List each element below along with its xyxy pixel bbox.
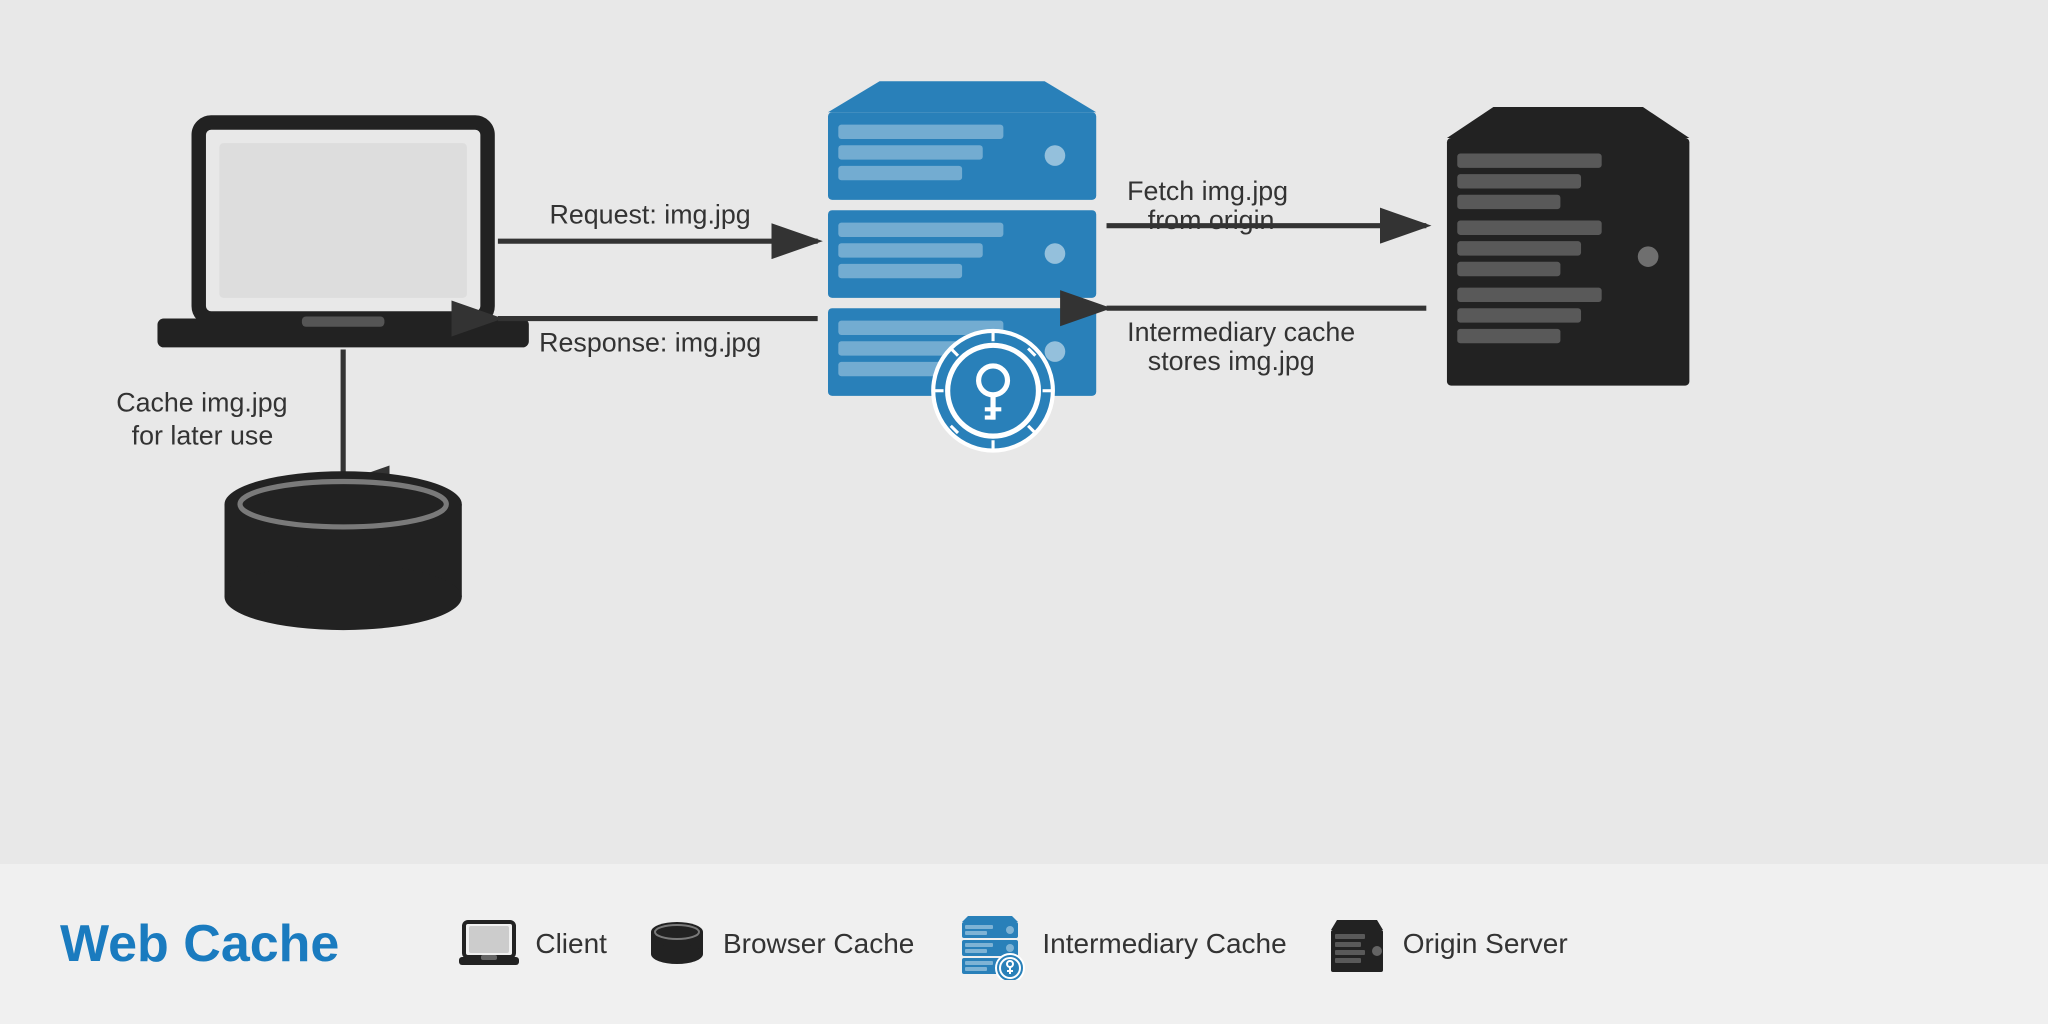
legend-bar: Web Cache Client Browser Cache — [0, 864, 2048, 1024]
client-icon — [459, 920, 519, 968]
legend-title: Web Cache — [60, 914, 339, 974]
laptop-screen — [219, 143, 467, 298]
response-label: Response: img.jpg — [539, 328, 761, 358]
fetch-label-line2: from origin — [1148, 205, 1275, 235]
intermediary-label-line1: Intermediary cache — [1127, 317, 1355, 347]
server-stripe1c — [838, 166, 962, 180]
client-label: Client — [535, 928, 607, 960]
intermediary-label-line2: stores img.jpg — [1148, 346, 1315, 376]
origin-server-label: Origin Server — [1403, 928, 1568, 960]
server-stripe2c — [838, 264, 962, 278]
legend-item-client: Client — [459, 920, 607, 968]
origin-stripe8 — [1457, 308, 1581, 322]
intermediary-cache-label: Intermediary Cache — [1042, 928, 1286, 960]
browser-cache-icon — [647, 920, 707, 968]
server-stripe2a — [838, 223, 1003, 237]
origin-stripe9 — [1457, 329, 1560, 343]
origin-cap — [1447, 107, 1689, 138]
origin-stripe4 — [1457, 221, 1601, 235]
server-stripe1b — [838, 145, 982, 159]
origin-stripe2 — [1457, 174, 1581, 188]
origin-stripe3 — [1457, 195, 1560, 209]
laptop-notch — [302, 316, 385, 326]
server-led2 — [1045, 243, 1066, 264]
server-led1 — [1045, 145, 1066, 166]
fetch-label-line1: Fetch img.jpg — [1127, 176, 1288, 206]
legend-item-intermediary-cache: Intermediary Cache — [954, 908, 1286, 980]
legend-item-browser-cache: Browser Cache — [647, 920, 914, 968]
origin-stripe7 — [1457, 288, 1601, 302]
server-led3 — [1045, 341, 1066, 362]
request-label: Request: img.jpg — [549, 200, 750, 230]
browser-cache-label: Browser Cache — [723, 928, 914, 960]
legend-item-origin-server: Origin Server — [1327, 916, 1568, 972]
db-bottom-ellipse — [225, 564, 462, 630]
intermediary-cache-icon — [954, 908, 1026, 980]
cache-label-line1: Cache img.jpg — [116, 387, 287, 417]
origin-server-icon — [1327, 916, 1387, 972]
origin-stripe5 — [1457, 241, 1581, 255]
origin-led — [1638, 246, 1659, 267]
origin-stripe1 — [1457, 153, 1601, 167]
server-stripe2b — [838, 243, 982, 257]
origin-stripe6 — [1457, 262, 1560, 276]
legend-items: Client Browser Cache — [459, 908, 1567, 980]
server-blue-cap1 — [828, 81, 1096, 112]
cache-label-line2: for later use — [132, 420, 274, 450]
server-stripe1a — [838, 125, 1003, 139]
diagram-area: Cache img.jpg for later use Request: img… — [0, 0, 2048, 864]
